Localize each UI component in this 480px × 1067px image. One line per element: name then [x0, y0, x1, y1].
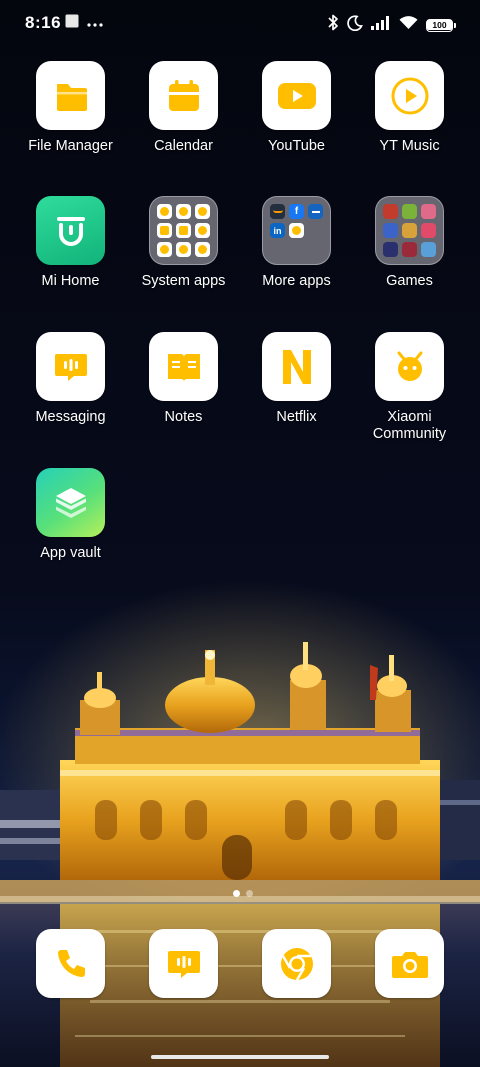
- game-icon: [402, 223, 417, 238]
- game-icon: [383, 242, 398, 257]
- game-icon: [383, 223, 398, 238]
- home-indicator[interactable]: [151, 1055, 329, 1059]
- game-icon: [402, 204, 417, 219]
- more-dots-icon: [87, 15, 103, 33]
- amazon-icon: [270, 204, 285, 219]
- app-label: Mi Home: [41, 273, 100, 289]
- app-label: Calendar: [154, 138, 213, 154]
- cellular-signal-icon: [371, 15, 391, 35]
- page-dot-active: [233, 890, 240, 897]
- app-label: Xiaomi Community: [372, 409, 447, 442]
- status-bar: 8:16 100: [0, 0, 480, 46]
- app-label: Notes: [164, 409, 203, 425]
- booking-icon: [308, 204, 323, 219]
- notes-book-icon[interactable]: [149, 332, 218, 401]
- app-calendar[interactable]: Calendar: [127, 61, 240, 155]
- dock-camera[interactable]: [353, 929, 466, 998]
- folder-more-apps[interactable]: f in More apps: [240, 196, 353, 290]
- status-left-icons: [65, 14, 103, 33]
- folder-icon[interactable]: [36, 61, 105, 130]
- dock-chrome[interactable]: [240, 929, 353, 998]
- game-icon: [421, 242, 436, 257]
- do-not-disturb-moon-icon: [347, 14, 363, 36]
- page-indicator: [233, 890, 253, 897]
- camera-icon[interactable]: [375, 929, 444, 998]
- app-label: Netflix: [276, 409, 317, 425]
- battery-level: 100: [427, 19, 452, 31]
- app-label: YouTube: [268, 138, 325, 154]
- game-icon: [421, 223, 436, 238]
- folder-games[interactable]: Games: [353, 196, 466, 290]
- app-netflix[interactable]: Netflix: [240, 332, 353, 426]
- app-notes[interactable]: Notes: [127, 332, 240, 426]
- app-label: File Manager: [28, 138, 113, 154]
- bluetooth-icon: [327, 14, 339, 36]
- app-label: System apps: [141, 273, 226, 289]
- game-icon: [383, 204, 398, 219]
- wifi-icon: [399, 15, 418, 35]
- status-time: 8:16: [25, 13, 62, 32]
- netflix-n-icon[interactable]: [262, 332, 331, 401]
- status-right-icons: 100: [327, 14, 456, 36]
- facebook-icon: f: [289, 204, 304, 219]
- folder-preview[interactable]: [149, 196, 218, 265]
- xiaomi-community-icon[interactable]: [375, 332, 444, 401]
- app-app-vault[interactable]: App vault: [14, 468, 127, 562]
- app-mi-home[interactable]: Mi Home: [14, 196, 127, 290]
- mi-home-icon[interactable]: [36, 196, 105, 265]
- message-bubble-icon[interactable]: [149, 929, 218, 998]
- folder-system-apps[interactable]: System apps: [127, 196, 240, 290]
- app-file-manager[interactable]: File Manager: [14, 61, 127, 155]
- calendar-icon[interactable]: [149, 61, 218, 130]
- app-label: YT Music: [379, 138, 440, 154]
- app-messaging[interactable]: Messaging: [14, 332, 127, 426]
- app-vault-layers-icon[interactable]: [36, 468, 105, 537]
- app-yt-music[interactable]: YT Music: [353, 61, 466, 155]
- message-bubble-icon[interactable]: [36, 332, 105, 401]
- folder-preview[interactable]: [375, 196, 444, 265]
- app-xiaomi-community[interactable]: Xiaomi Community: [353, 332, 466, 443]
- page-dot: [246, 890, 253, 897]
- dock-phone[interactable]: [14, 929, 127, 998]
- dock-messaging[interactable]: [127, 929, 240, 998]
- linkedin-icon: in: [270, 223, 285, 238]
- chrome-icon[interactable]: [262, 929, 331, 998]
- folder-preview[interactable]: f in: [262, 196, 331, 265]
- battery-icon: 100: [426, 18, 456, 32]
- game-icon: [402, 242, 417, 257]
- yt-music-icon[interactable]: [375, 61, 444, 130]
- youtube-play-icon[interactable]: [262, 61, 331, 130]
- notification-square-icon: [65, 14, 79, 33]
- phone-icon[interactable]: [36, 929, 105, 998]
- app-youtube[interactable]: YouTube: [240, 61, 353, 155]
- browser-icon: [289, 223, 304, 238]
- game-icon: [421, 204, 436, 219]
- app-label: Messaging: [35, 409, 106, 425]
- app-label: More apps: [262, 273, 331, 289]
- app-label: Games: [386, 273, 433, 289]
- app-label: App vault: [40, 545, 101, 561]
